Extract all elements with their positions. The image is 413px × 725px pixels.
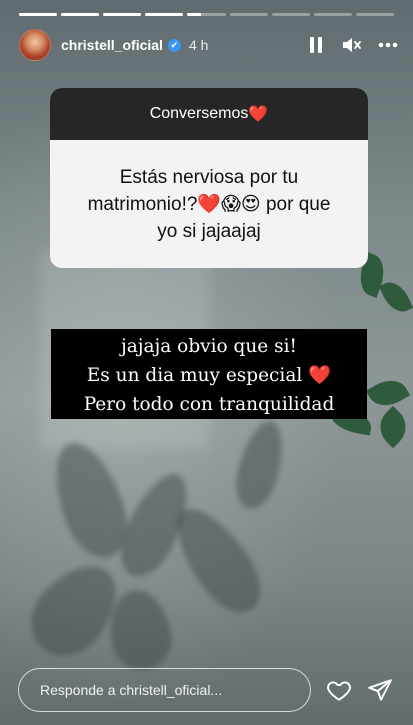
story-header: christell_oficial ✔ 4 h (19, 28, 399, 62)
shadow-leaf (229, 416, 291, 514)
question-text: Estás nerviosa por tu matrimonio!?❤️😱😍 p… (50, 140, 368, 268)
answer-line: jajaja obvio que si! (121, 336, 297, 357)
verified-badge-icon: ✔ (167, 38, 181, 52)
heart-emoji: ❤️ (248, 106, 269, 123)
mute-icon[interactable] (341, 34, 363, 56)
progress-segment (271, 13, 310, 16)
avatar[interactable] (19, 29, 51, 61)
question-sticker-header: Conversemos ❤️ (50, 88, 368, 140)
question-line: yo si jajaajaj (157, 220, 261, 242)
username[interactable]: christell_oficial (61, 37, 163, 53)
heart-icon[interactable] (326, 677, 352, 703)
plant-leaf (371, 405, 413, 449)
question-line: Estás nerviosa por tu (119, 166, 299, 188)
reply-input[interactable] (40, 682, 300, 698)
progress-segment (229, 13, 268, 16)
post-time: 4 h (188, 37, 209, 53)
answer-line: Es un dia muy especial ❤️ (86, 365, 332, 386)
progress-segment (355, 13, 394, 16)
pause-icon[interactable] (305, 34, 327, 56)
question-sticker[interactable]: Conversemos ❤️ Estás nerviosa por tu matr… (50, 88, 368, 268)
progress-segment (61, 13, 100, 16)
send-icon[interactable] (367, 677, 393, 703)
question-title: Conversemos (149, 105, 249, 122)
question-line: matrimonio!?❤️😱😍 por que (87, 193, 331, 215)
plant-leaf (365, 372, 411, 414)
progress-segment-fill (103, 13, 142, 16)
progress-segment (19, 13, 58, 16)
answer-text-overlay: jajaja obvio que si! Es un dia muy espec… (51, 329, 367, 419)
progress-segment-fill (19, 13, 58, 16)
progress-segment (145, 13, 184, 16)
progress-segment-fill (145, 13, 184, 16)
answer-line: Pero todo con tranquilidad (83, 394, 335, 415)
more-icon[interactable] (377, 34, 399, 56)
progress-segment-fill (61, 13, 100, 16)
progress-segment (187, 13, 226, 16)
progress-segment (103, 13, 142, 16)
reply-box[interactable] (18, 668, 311, 712)
progress-segment-fill (187, 13, 201, 16)
story-progress (19, 13, 394, 16)
progress-segment (313, 13, 352, 16)
plant-leaf (378, 276, 413, 318)
